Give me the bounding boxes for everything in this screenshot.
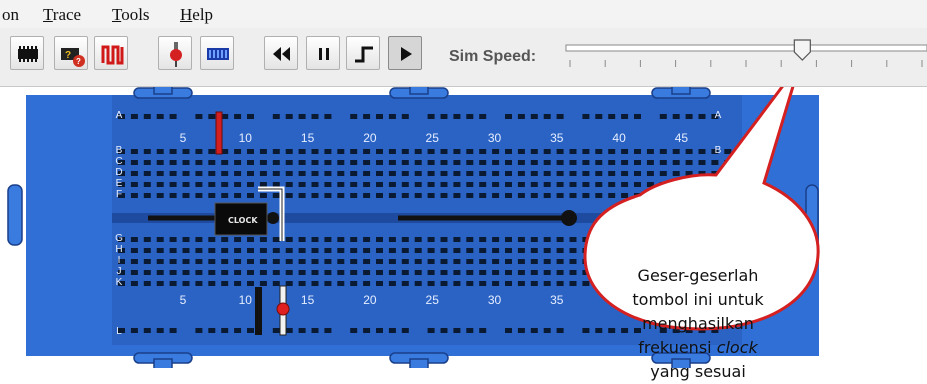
svg-text:?: ? (76, 57, 81, 66)
clock-step-icon (355, 46, 373, 63)
callout-line-2: tombol ini untuk (632, 290, 764, 309)
play-icon (401, 47, 412, 61)
play-button[interactable] (388, 36, 422, 70)
callout-line-3: menghasilkan (642, 314, 754, 333)
rewind-button[interactable] (264, 36, 298, 70)
breadboard-area: A B C D E F G H I J K L A B 5 10 15 20 25 30 35 40 45 5 10 15 20 25… (0, 87, 927, 381)
callout-line-5: yang sesuai (650, 362, 746, 381)
callout-line-1: Geser-geserlah (637, 266, 759, 285)
chip-tool-button[interactable] (10, 36, 44, 70)
menu-bar: on Trace Tools Help (0, 0, 927, 28)
wire-tool-icon (101, 45, 124, 65)
menu-tools[interactable]: Tools (112, 5, 150, 25)
rewind-icon (273, 47, 290, 61)
pause-button[interactable] (306, 36, 340, 70)
svg-text:?: ? (65, 50, 71, 61)
toolbar: ? ? Sim Speed: (0, 28, 927, 87)
pause-icon (319, 48, 329, 60)
probe-tool-button[interactable] (158, 36, 192, 70)
led-bar-icon (207, 48, 229, 60)
slider-thumb[interactable] (793, 39, 811, 61)
menu-trace[interactable]: Trace (43, 5, 81, 25)
chip-help-icon: ? ? (61, 48, 85, 67)
sim-speed-label: Sim Speed: (449, 48, 537, 65)
clock-step-button[interactable] (346, 36, 380, 70)
led-bar-button[interactable] (200, 36, 234, 70)
slider-ticks (569, 60, 923, 67)
callout-line-4: frekuensi clock (638, 338, 758, 357)
menu-simulation[interactable]: on (2, 5, 19, 25)
sim-speed-slider[interactable] (562, 36, 927, 84)
probe-tool-icon (170, 42, 182, 67)
wire-tool-button[interactable] (94, 36, 128, 70)
chip-tool-icon (18, 46, 38, 62)
callout-text: Geser-geserlah tombol ini untuk menghasi… (588, 264, 808, 384)
chip-help-button[interactable]: ? ? (54, 36, 88, 70)
menu-help[interactable]: Help (180, 5, 213, 25)
